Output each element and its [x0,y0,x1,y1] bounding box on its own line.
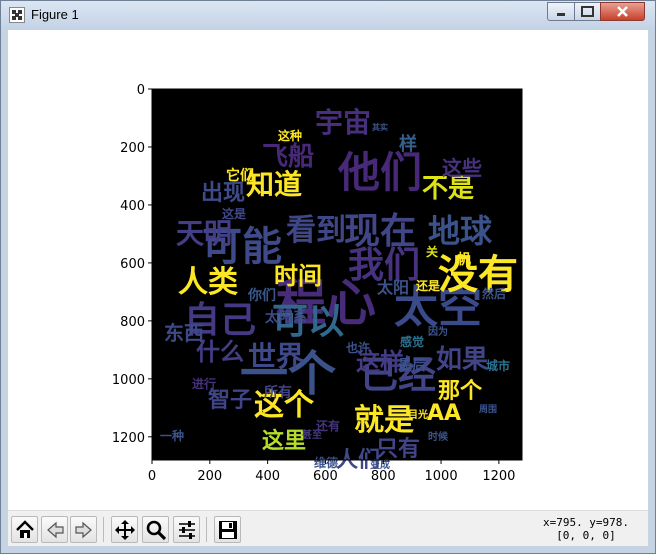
maximize-icon [581,6,594,17]
wordcloud-word: 这些 [442,156,482,180]
sliders-icon [178,520,195,539]
wordcloud-word: 也许 [346,340,370,355]
floppy-disk-icon [218,520,237,539]
wordcloud-word: 宇宙 [315,106,371,139]
wordcloud-word: 所有 [264,384,292,401]
x-tick-label: 1000 [425,469,458,484]
wordcloud-image: 程心 太空一个 已经没有他们可能人类自己 可以我们现在 地球世界这个这样就是知道看到飞船… [152,89,522,473]
wordcloud-word: 只有 [376,436,420,462]
wordcloud-word: 因为 [428,325,448,338]
x-tick-label: 800 [371,469,396,484]
x-tick-label: 1200 [482,469,515,484]
wordcloud-word: 关 [426,244,438,259]
wordcloud-word: 看到 [286,213,346,248]
wordcloud-word: 太阳系 [265,309,307,326]
navigation-toolbar: x=795. y=978. [0, 0, 0] [8,510,648,546]
wordcloud-word: 他们 [337,148,422,197]
y-tick-label: 200 [120,141,145,156]
plot-canvas[interactable]: 程心 太空 一个 已经 没有 他们 可能 人类 自己 可以 我们 现在 地球 世界 这个 这样 就是 知道 看到 飞船… [8,30,648,510]
y-tick-label: 600 [120,257,145,272]
zoom-button[interactable] [142,516,169,543]
wordcloud-word: 现在 [344,211,416,252]
wordcloud-word: 世界 [248,340,304,373]
y-tick-label: 0 [137,83,145,98]
configure-subplots-button[interactable] [173,516,200,543]
wordcloud-word: 这里 [262,428,306,454]
wordcloud-word: 样 [399,133,417,155]
magnifier-icon [146,520,166,540]
wordcloud-word: 其实 [372,122,388,132]
back-button[interactable] [41,516,68,543]
figure-client-area: 程心 太空 一个 已经 没有 他们 可能 人类 自己 可以 我们 现在 地球 世界 这个 这样 就是 知道 看到 飞船… [8,30,648,546]
x-tick-label: 200 [197,469,222,484]
toolbar-separator [206,517,207,542]
wordcloud-word: 它们 [226,167,254,184]
cursor-coordinates-readout: x=795. y=978. [0, 0, 0] [536,516,636,542]
wordcloud-word: 帆 [457,251,471,268]
wordcloud-word: 进行 [192,376,216,391]
wordcloud-word: 维德 [314,455,338,470]
y-tick-label: 800 [120,315,145,330]
minimize-icon [557,13,565,16]
wordcloud-word: 时间 [274,262,322,290]
wordcloud-word: 感觉 [400,334,424,349]
wordcloud-word: 飞船 [262,141,314,172]
wordcloud-word: 东西 [164,321,204,345]
figure-window: Figure 1 程心 太空 一个 已经 没有 他们 可能 人类 自己 可以 我们 现在 地球 世界 这个这… [0,0,656,554]
maximize-button[interactable] [574,2,601,21]
y-tick-label: 1200 [112,431,145,446]
figure-app-icon [9,7,25,23]
x-tick-label: 600 [313,469,338,484]
close-icon [617,6,628,17]
y-tick-label: 1000 [112,373,145,388]
pan-button[interactable] [111,516,138,543]
toolbar-separator [103,517,104,542]
x-tick-label: 400 [255,469,280,484]
wordcloud-word: 天明 [176,217,232,250]
home-button[interactable] [11,516,38,543]
home-icon [15,519,34,538]
wordcloud-word: 最后 [398,357,426,374]
wordcloud-word: 这种 [278,128,302,143]
minimize-button[interactable] [547,2,575,21]
wordcloud-word: 时候 [428,430,449,443]
move-icon [114,519,135,540]
wordcloud-word: 然后 [482,286,506,301]
wordcloud-word: 人类 [178,265,238,300]
wordcloud-word: 这是 [222,206,247,221]
wordcloud-word: 甚至 [302,428,322,441]
y-tick-label: 400 [120,199,145,214]
wordcloud-word: AA [427,401,461,426]
wordcloud-word: 太阳 [376,278,409,297]
title-bar[interactable]: Figure 1 [1,1,655,30]
wordcloud-word: 目光 [408,408,428,421]
figure-canvas: 程心 太空一个 已经没有他们可能人类自己 可以我们现在 地球世界这个这样就是知道看到飞船… [112,83,523,484]
wordcloud-word: 出现 [201,181,245,206]
cursor-position-text: x=795. y=978. [542,516,630,529]
close-button[interactable] [600,2,645,21]
wordcloud-word: 城市 [486,358,510,373]
forward-arrow-icon [74,521,92,538]
wordcloud-word: 就是 [354,403,414,438]
wordcloud-word: 还是 [415,278,441,293]
wordcloud-word: 如果 [436,345,488,375]
pixel-value-text: [0, 0, 0] [556,529,616,542]
wordcloud-word: 一种 [160,428,184,443]
x-tick-label: 0 [148,469,156,484]
wordcloud-word: 你们 [247,287,276,304]
back-arrow-icon [46,521,64,538]
window-title: Figure 1 [31,7,79,22]
forward-button[interactable] [70,516,97,543]
wordcloud-word: 知道 [246,168,302,201]
save-figure-button[interactable] [214,516,241,543]
wordcloud-word: 周围 [479,404,497,415]
